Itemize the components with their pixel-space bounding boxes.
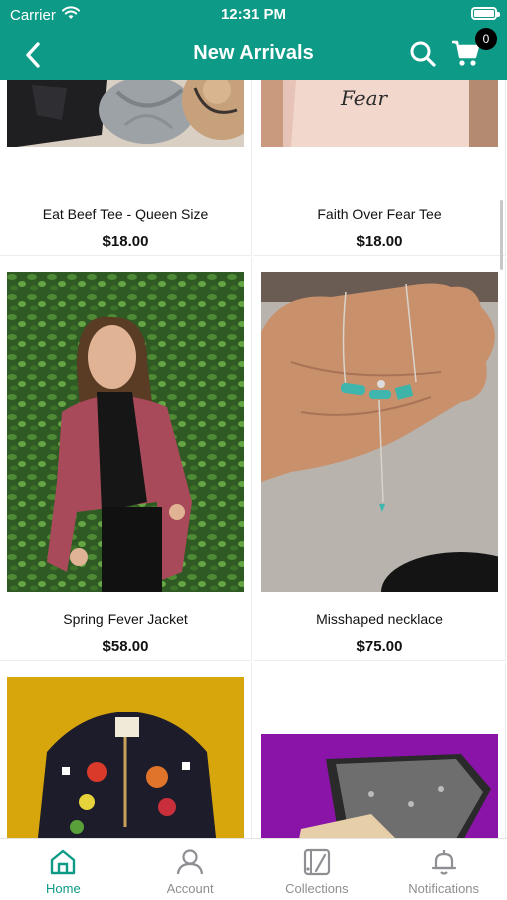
product-card[interactable]	[254, 663, 506, 838]
tab-label: Collections	[285, 881, 349, 896]
tab-home[interactable]: Home	[0, 839, 127, 900]
cart-button[interactable]: 0	[451, 28, 497, 70]
product-price: $58.00	[102, 638, 149, 655]
product-image: Fear	[261, 80, 498, 147]
battery-icon	[471, 7, 500, 20]
tab-bar: Home Account Collections Notifications	[0, 838, 507, 900]
product-price: $18.00	[102, 233, 149, 250]
product-name: Misshaped necklace	[316, 611, 443, 627]
bell-icon	[431, 850, 456, 875]
product-price: $18.00	[356, 233, 403, 250]
search-button[interactable]	[407, 38, 439, 70]
product-card[interactable]	[0, 663, 252, 838]
tab-notifications[interactable]: Notifications	[380, 839, 507, 900]
search-icon	[410, 41, 436, 67]
cart-count-badge: 0	[475, 28, 497, 50]
product-price: $75.00	[356, 638, 403, 655]
account-icon	[177, 849, 204, 875]
tab-label: Account	[166, 881, 214, 896]
tab-collections[interactable]: Collections	[254, 839, 381, 900]
product-image	[7, 677, 244, 838]
product-image	[261, 734, 498, 838]
nav-bar: New Arrivals 0	[0, 28, 507, 80]
product-card[interactable]: Eat Beef Tee - Queen Size $18.00	[0, 80, 252, 256]
tab-account[interactable]: Account	[127, 839, 254, 900]
product-name: Spring Fever Jacket	[63, 611, 188, 627]
product-image	[7, 80, 244, 147]
product-card[interactable]: Spring Fever Jacket $58.00	[0, 258, 252, 661]
app-header: Carrier 12:31 PM New Arrivals 0	[0, 0, 507, 80]
product-image	[7, 272, 244, 592]
product-name: Eat Beef Tee - Queen Size	[42, 206, 209, 222]
status-bar: Carrier 12:31 PM	[0, 0, 507, 28]
tab-label: Home	[46, 881, 81, 896]
product-card[interactable]: Misshaped necklace $75.00	[254, 258, 506, 661]
collections-icon	[303, 848, 330, 876]
product-card[interactable]: Fear Faith Over Fear Tee $18.00	[254, 80, 506, 256]
tab-label: Notifications	[408, 881, 480, 896]
status-time: 12:31 PM	[220, 6, 287, 23]
scroll-indicator[interactable]	[500, 200, 503, 270]
product-grid: Eat Beef Tee - Queen Size $18.00 Fear Fa…	[0, 80, 507, 838]
product-name: Faith Over Fear Tee	[317, 206, 442, 222]
faith-tee-print: Fear	[341, 86, 388, 110]
product-image	[261, 272, 498, 592]
home-icon	[51, 849, 76, 875]
